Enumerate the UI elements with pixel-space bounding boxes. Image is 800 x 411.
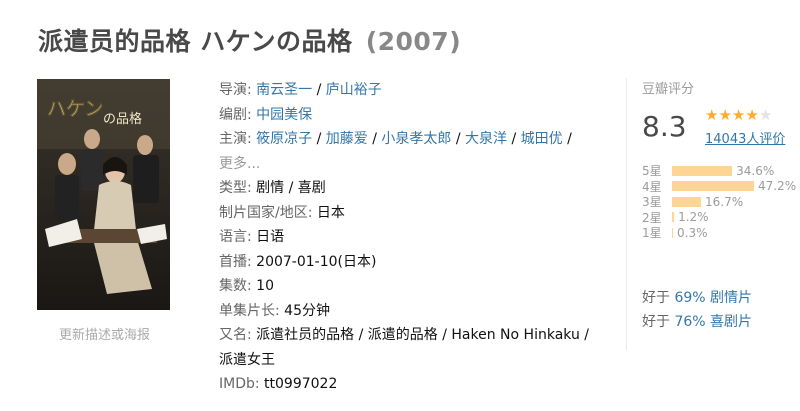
rating-bar-row: 1星 0.3% — [642, 225, 800, 241]
title-main: 派遣员的品格 ハケンの品格 — [38, 27, 353, 56]
imdb-key: IMDb — [219, 376, 255, 392]
update-poster-link[interactable]: 更新描述或海报 — [38, 324, 171, 343]
poster-image[interactable]: ハケン の品格 — [37, 79, 170, 310]
star-icon: ★ — [731, 106, 746, 124]
rating-bar-row: 4星 47.2% — [642, 179, 800, 195]
rating-bar-row: 5星 34.6% — [642, 163, 800, 179]
cast-link[interactable]: 小泉孝太郎 — [381, 131, 451, 147]
genre-key: 类型 — [219, 180, 247, 196]
aka-row: 又名: 派遣社员的品格 / 派遣的品格 / Haken No Hinkaku / — [219, 327, 589, 343]
country-value: 日本 — [316, 204, 345, 221]
cast-row: 主演: 筱原凉子 / 加藤爱 / 小泉孝太郎 / 大泉洋 / 城田优 / — [219, 131, 572, 147]
divider — [626, 78, 627, 350]
language-key: 语言 — [219, 229, 247, 245]
imdb-row: IMDb: tt0997022 — [219, 376, 338, 392]
rating-bar-pct: 0.3% — [677, 225, 708, 240]
rating-bar-row: 3星 16.7% — [642, 194, 800, 210]
runtime-key: 单集片长 — [219, 302, 275, 319]
better-than: 好于 69% 剧情片 好于 76% 喜剧片 — [642, 286, 752, 334]
episodes-value: 10 — [256, 278, 274, 294]
rating-bar-label: 5星 — [642, 164, 662, 179]
cast-link[interactable]: 大泉洋 — [465, 131, 507, 147]
star-icon: ★ — [705, 106, 719, 124]
language-value: 日语 — [256, 229, 285, 245]
star-icon: ★ — [745, 106, 759, 124]
imdb-value: tt0997022 — [264, 376, 338, 392]
language-row: 语言: 日语 — [219, 229, 285, 245]
poster-art: ハケン の品格 — [37, 79, 170, 310]
cast-key: 主演 — [219, 131, 247, 147]
director-link[interactable]: 庐山裕子 — [326, 82, 382, 98]
writer-key: 编剧 — [219, 106, 247, 123]
rating-bar-label: 2星 — [642, 210, 662, 225]
rating-bar-fill — [672, 212, 675, 223]
better-prefix: 好于 — [642, 290, 670, 306]
cast-link[interactable]: 加藤爱 — [326, 131, 368, 147]
director-row: 导演: 南云圣一 / 庐山裕子 — [219, 82, 382, 98]
better-genre[interactable]: 剧情片 — [710, 290, 752, 306]
premiere-key: 首播 — [219, 253, 247, 270]
rating-panel: 豆瓣评分 8.3 ★★★★★ 14043人评价 5星 34.6% 4星 47.2% 3星… — [642, 78, 800, 240]
rating-bar-row: 2星 1.2% — [642, 210, 800, 226]
info-panel: 导演: 南云圣一 / 庐山裕子 编剧: 中园美保 主演: 筱原凉子 / 加藤爱 … — [219, 78, 615, 397]
star-icon: ★ — [718, 106, 732, 124]
better-pct[interactable]: 69% — [674, 290, 705, 306]
better-pct[interactable]: 76% — [674, 314, 705, 330]
rating-bar-pct: 47.2% — [758, 179, 797, 194]
cast-more-link[interactable]: 更多... — [219, 156, 260, 172]
writer-link[interactable]: 中园美保 — [256, 107, 312, 123]
svg-text:ハケン: ハケン — [47, 98, 103, 120]
runtime-row: 单集片长: 45分钟 — [219, 302, 330, 319]
writer-row: 编剧: 中园美保 — [219, 106, 313, 123]
genre-value: 剧情 / 喜剧 — [256, 180, 326, 196]
rating-bar-fill — [672, 196, 701, 207]
runtime-value: 45分钟 — [284, 302, 330, 319]
rating-bar-pct: 1.2% — [678, 210, 709, 225]
better-than-row: 好于 76% 喜剧片 — [642, 310, 752, 334]
episodes-key: 集数 — [219, 278, 247, 294]
aka-key: 又名 — [219, 327, 247, 343]
star-empty-icon: ★ — [758, 106, 773, 124]
svg-text:の品格: の品格 — [103, 111, 142, 127]
rating-bar-pct: 34.6% — [736, 163, 775, 178]
better-genre[interactable]: 喜剧片 — [710, 314, 752, 330]
premiere-value: 2007-01-10(日本) — [256, 253, 377, 270]
rating-stars: ★★★★★ — [705, 106, 772, 124]
country-row: 制片国家/地区: 日本 — [219, 204, 345, 221]
rating-bar-pct: 16.7% — [705, 194, 744, 209]
rating-bar-fill — [672, 181, 754, 192]
cast-more-row: 更多... — [219, 152, 615, 177]
cast-link[interactable]: 筱原凉子 — [256, 131, 312, 147]
aka-value-line1: 派遣社员的品格 / 派遣的品格 / Haken No Hinkaku / — [256, 327, 589, 343]
rating-people-link[interactable]: 14043人评价 — [705, 128, 785, 147]
page-title: 派遣员的品格 ハケンの品格 (2007) — [38, 22, 461, 58]
title-year: (2007) — [365, 27, 462, 56]
aka-value-line2: 派遣女王 — [219, 351, 275, 368]
country-key: 制片国家/地区 — [219, 204, 308, 221]
director-key: 导演 — [219, 82, 247, 98]
aka-row-cont: 派遣女王 — [219, 348, 615, 373]
genre-row: 类型: 剧情 / 喜剧 — [219, 180, 326, 196]
rating-bar-label: 1星 — [642, 226, 662, 241]
rating-distribution: 5星 34.6% 4星 47.2% 3星 16.7% 2星 1.2% 1星 0.3% — [642, 163, 800, 241]
director-link[interactable]: 南云圣一 — [256, 82, 312, 98]
better-than-row: 好于 69% 剧情片 — [642, 286, 752, 310]
premiere-row: 首播: 2007-01-10(日本) — [219, 253, 377, 270]
rating-bar-label: 4星 — [642, 179, 662, 194]
better-prefix: 好于 — [642, 314, 670, 330]
episodes-row: 集数: 10 — [219, 278, 274, 294]
cast-link[interactable]: 城田优 — [521, 131, 563, 147]
rating-bar-label: 3星 — [642, 195, 662, 210]
rating-bar-fill — [672, 165, 733, 176]
rating-score: 8.3 — [642, 110, 687, 143]
rating-bar-fill — [672, 227, 673, 238]
rating-header: 豆瓣评分 — [642, 82, 695, 97]
